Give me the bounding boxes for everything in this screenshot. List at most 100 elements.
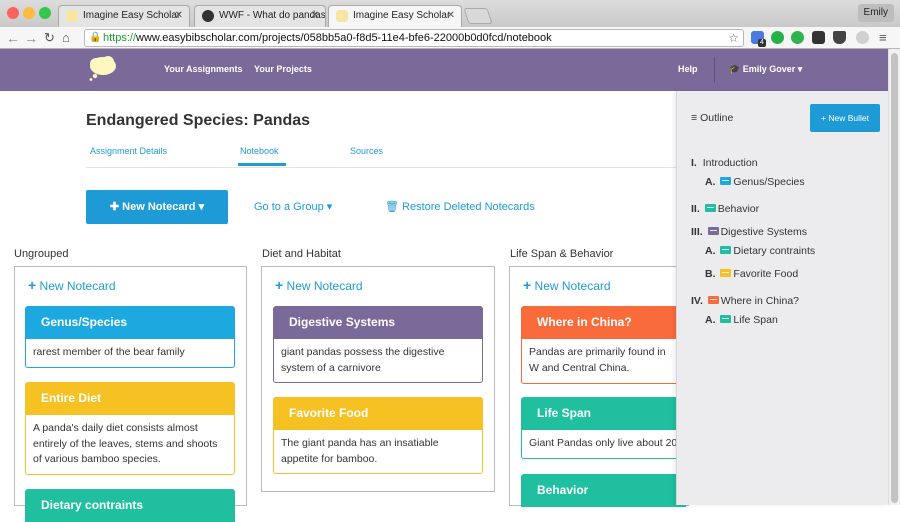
notecard-icon (704, 204, 716, 212)
notecard-title: Life Span (521, 397, 686, 430)
notecard-title: Dietary contraints (25, 489, 235, 522)
notecard[interactable]: Life Span Giant Pandas only live about 2… (521, 397, 686, 459)
tab-assignment-details[interactable]: Assignment Details (90, 146, 167, 156)
group-title: Diet and Habitat (262, 248, 341, 260)
browser-tab-bar: Imagine Easy Scholar ✕ WWF - What do pan… (0, 0, 900, 27)
notecard[interactable]: Entire Diet A panda's daily diet consist… (25, 382, 235, 475)
extension-badge: 4 (758, 39, 766, 47)
notecard-body: giant pandas possess the digestive syste… (273, 339, 483, 383)
add-notecard-label: New Notecard (39, 279, 116, 293)
outline-panel: ≡ Outline + New Bullet I. Introduction A… (676, 91, 888, 505)
outline-label: Life Span (733, 314, 778, 326)
tab-sources[interactable]: Sources (350, 146, 383, 156)
add-notecard-link[interactable]: + New Notecard (28, 277, 116, 293)
browser-tab-active[interactable]: Imagine Easy Scholar ✕ (328, 5, 462, 27)
address-bar-row: ← → ↻ ⌂ 🔒 https://www.easybibscholar.com/… (0, 27, 900, 49)
browser-tab[interactable]: WWF - What do pandas e… ✕ (194, 5, 326, 27)
notecard[interactable]: Favorite Food The giant panda has an ins… (273, 397, 483, 474)
maximize-window-icon[interactable] (39, 7, 51, 19)
your-projects-link[interactable]: Your Projects (254, 64, 312, 74)
page-title: Endangered Species: Pandas (86, 112, 311, 129)
app-header: Your Assignments Your Projects Help 🎓 Em… (0, 49, 900, 91)
restore-deleted-label: Restore Deleted Notecards (402, 201, 535, 213)
go-to-group-dropdown[interactable]: Go to a Group ▾ (254, 200, 332, 213)
page-scrollbar[interactable] (888, 49, 900, 505)
close-tab-icon[interactable]: ✕ (447, 6, 455, 26)
new-bullet-button[interactable]: + New Bullet (810, 104, 880, 132)
outline-title: Outline (700, 112, 734, 124)
notecard-body: Giant Pandas only live about 20 (521, 430, 686, 459)
outline-label: Where in China? (720, 295, 800, 307)
plus-icon: ✚ (109, 201, 120, 213)
outline-item[interactable]: A. Genus/Species (705, 176, 805, 188)
chat-extension-icon[interactable] (791, 31, 804, 44)
outline-item[interactable]: II. Behavior (691, 203, 759, 215)
new-notecard-label: New Notecard (122, 201, 196, 213)
notecard-title: Where in China? (521, 306, 686, 339)
notecard[interactable]: Where in China? Pandas are primarily fou… (521, 306, 686, 384)
easybib-logo-icon[interactable] (88, 55, 118, 81)
url-field[interactable]: 🔒 https://www.easybibscholar.com/projects… (84, 29, 744, 47)
outline-item[interactable]: A. Dietary contraints (705, 245, 815, 257)
outline-number: A. (705, 314, 716, 326)
add-notecard-link[interactable]: + New Notecard (275, 277, 363, 293)
forward-arrow-icon[interactable]: → (24, 29, 38, 47)
ghostery-extension-icon[interactable] (833, 31, 846, 44)
notecard-title: Entire Diet (25, 382, 235, 415)
outline-item[interactable]: B. Favorite Food (705, 268, 798, 280)
outline-item[interactable]: I. Introduction (691, 157, 758, 169)
close-tab-icon[interactable]: ✕ (311, 6, 319, 26)
url-path: www.easybibscholar.com/projects/058bb5a0… (136, 32, 552, 44)
reload-icon[interactable]: ↻ (44, 29, 55, 47)
outline-label: Behavior (717, 203, 760, 215)
outline-label: Genus/Species (733, 176, 805, 188)
outline-item[interactable]: IV. Where in China? (691, 295, 799, 307)
scrollbar-thumb[interactable] (891, 53, 898, 503)
notecard-title: Genus/Species (25, 306, 235, 339)
notecard-title: Favorite Food (273, 397, 483, 430)
evernote-extension-icon[interactable] (771, 31, 784, 44)
tab-notebook[interactable]: Notebook (240, 146, 279, 156)
back-arrow-icon[interactable]: ← (6, 29, 20, 47)
profile-button[interactable]: Emily (857, 4, 894, 22)
chevron-down-icon: ▾ (198, 201, 205, 213)
outline-item[interactable]: A. Life Span (705, 314, 778, 326)
outline-header: ≡ Outline (691, 112, 733, 124)
outline-item[interactable]: III. Digestive Systems (691, 226, 807, 238)
bookmark-star-icon[interactable]: ☆ (728, 30, 739, 46)
browser-tab-title: Imagine Easy Scholar (353, 10, 451, 21)
plus-icon: + (28, 277, 37, 293)
notecard[interactable]: Genus/Species rarest member of the bear … (25, 306, 235, 368)
buffer-extension-icon[interactable] (812, 31, 825, 44)
minimize-window-icon[interactable] (23, 7, 35, 19)
notecard[interactable]: Dietary contraints (25, 489, 235, 522)
home-icon[interactable]: ⌂ (62, 29, 70, 47)
hangouts-extension-icon[interactable] (856, 31, 869, 44)
add-notecard-label: New Notecard (534, 279, 611, 293)
outline-number: II. (691, 203, 700, 215)
notecard-body: The giant panda has an insatiable appeti… (273, 430, 483, 474)
notecard[interactable]: Digestive Systems giant pandas possess t… (273, 306, 483, 383)
close-window-icon[interactable] (7, 7, 19, 19)
new-tab-button[interactable] (463, 8, 493, 24)
browser-tab[interactable]: Imagine Easy Scholar ✕ (58, 5, 190, 27)
graduation-cap-icon: 🎓 (729, 64, 741, 74)
help-link[interactable]: Help (678, 64, 698, 74)
menu-hamburger-icon[interactable]: ≡ (879, 29, 887, 47)
notecard-icon (707, 227, 719, 235)
group-column (509, 266, 689, 506)
group-title: Life Span & Behavior (510, 248, 614, 260)
add-notecard-link[interactable]: + New Notecard (523, 277, 611, 293)
restore-deleted-link[interactable]: 🗑 Restore Deleted Notecards (385, 200, 535, 213)
your-assignments-link[interactable]: Your Assignments (164, 64, 243, 74)
plus-icon: + (523, 277, 532, 293)
notecard[interactable]: Behavior (521, 474, 686, 507)
outline-number: III. (691, 226, 703, 238)
go-to-group-label: Go to a Group (254, 201, 324, 213)
new-notecard-button[interactable]: ✚ New Notecard ▾ (86, 190, 228, 224)
outline-number: B. (705, 268, 716, 280)
close-tab-icon[interactable]: ✕ (175, 6, 183, 26)
outline-number: A. (705, 245, 716, 257)
user-menu[interactable]: 🎓 Emily Gover ▾ (729, 64, 802, 75)
browser-tab-title: Imagine Easy Scholar (83, 10, 181, 21)
